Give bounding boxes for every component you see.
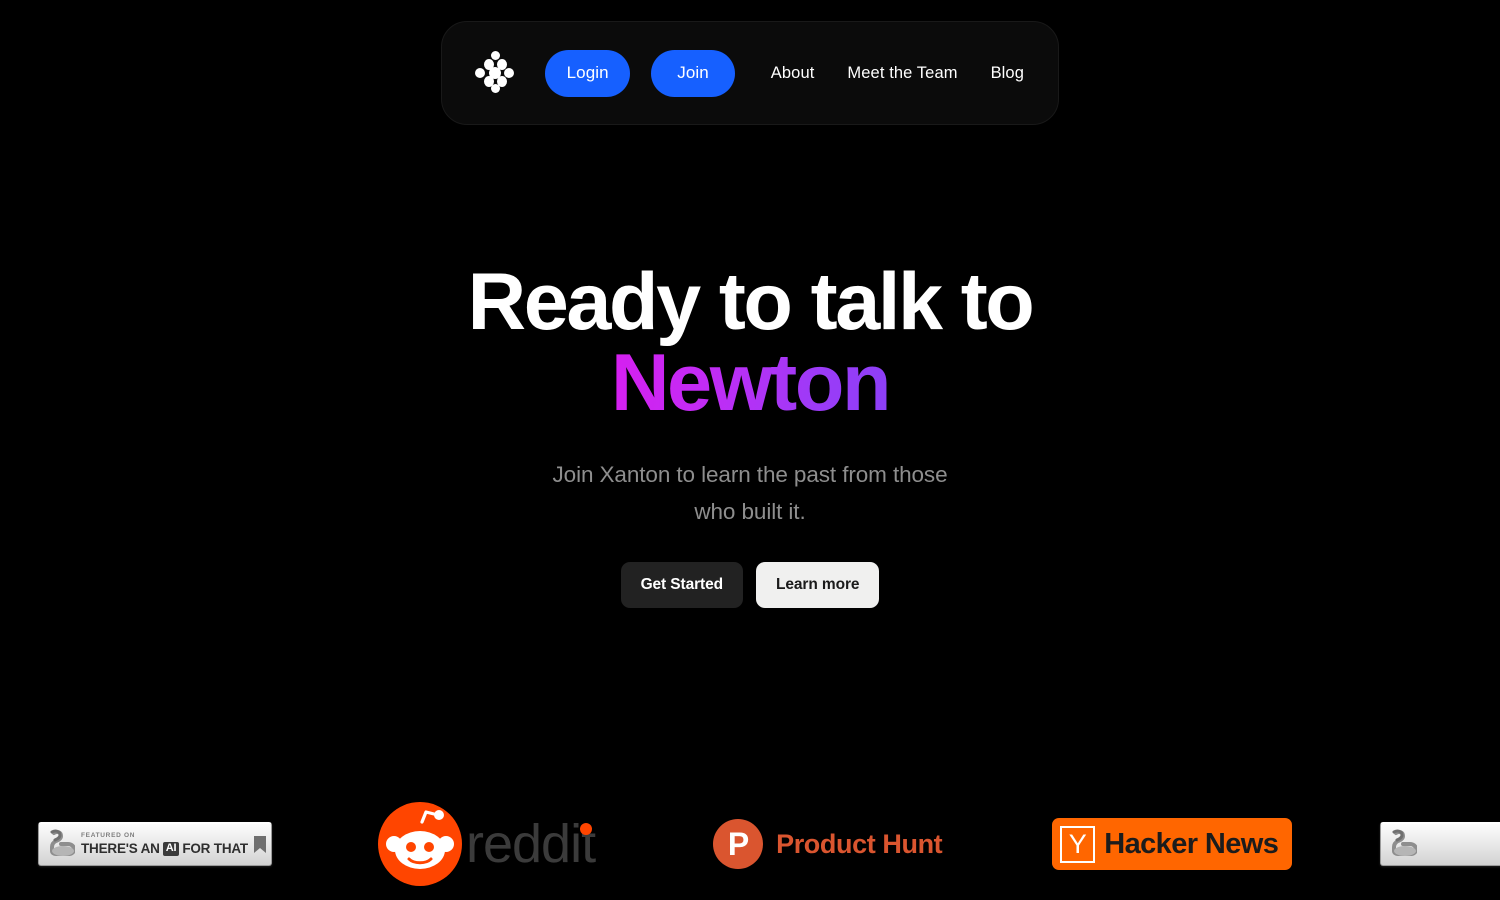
reddit-i-dot: [580, 823, 593, 835]
marquee-item-reddit[interactable]: reddit: [378, 788, 596, 900]
landing-page: Login Join About Meet the Team Blog Read…: [0, 0, 1500, 900]
taaft-name-suffix: FOR THAT: [182, 840, 248, 856]
taaft-badge-repeat[interactable]: [1380, 822, 1500, 866]
hero-title-line1: Ready to talk to: [467, 257, 1035, 348]
page-title: Ready to talk to Newton: [468, 262, 1035, 424]
flexed-arm-icon: [1387, 829, 1418, 861]
reddit-logo[interactable]: reddit: [378, 802, 596, 886]
reddit-wordmark: reddit: [466, 814, 596, 874]
hacker-news-logo[interactable]: Y Hacker News: [1052, 818, 1293, 870]
taaft-name: THERE'S AN AI FOR THAT: [81, 840, 248, 856]
hacker-news-y-icon: Y: [1060, 825, 1096, 863]
marquee-item-theres-an-ai-for-that[interactable]: FEATURED ON THERE'S AN AI FOR THAT: [38, 788, 272, 900]
taaft-badge[interactable]: FEATURED ON THERE'S AN AI FOR THAT: [38, 822, 272, 866]
taaft-name-prefix: THERE'S AN: [81, 840, 160, 856]
get-started-button[interactable]: Get Started: [620, 561, 744, 608]
taaft-featured-label: FEATURED ON: [81, 832, 136, 840]
hero-cta-group: Get Started Learn more: [620, 561, 880, 608]
marquee-item-theres-an-ai-for-that-repeat[interactable]: [1380, 788, 1500, 900]
product-hunt-icon-letter: P: [727, 826, 749, 862]
flexed-arm-icon: [45, 829, 75, 861]
bookmark-icon: [253, 836, 266, 853]
marquee-item-product-hunt[interactable]: P Product Hunt: [713, 788, 943, 900]
taaft-text: FEATURED ON THERE'S AN AI FOR THAT: [81, 832, 248, 856]
product-hunt-logo[interactable]: P Product Hunt: [713, 819, 943, 869]
reddit-snoo-icon: [378, 802, 462, 886]
hero-title-accent: Newton: [610, 338, 891, 429]
hero-subtitle: Join Xanton to learn the past from those…: [552, 462, 948, 524]
learn-more-button[interactable]: Learn more: [756, 561, 880, 608]
product-hunt-wordmark: Product Hunt: [776, 828, 943, 859]
hero-section: Ready to talk to Newton Join Xanton to l…: [0, 0, 1500, 900]
featured-logos-marquee: FEATURED ON THERE'S AN AI FOR THAT reddi…: [0, 788, 1500, 900]
taaft-ai-chip: AI: [162, 841, 180, 856]
marquee-item-hacker-news[interactable]: Y Hacker News: [1052, 788, 1293, 900]
reddit-wordmark-text: reddit: [466, 814, 596, 874]
product-hunt-icon: P: [713, 819, 764, 869]
hacker-news-wordmark: Hacker News: [1104, 827, 1279, 860]
marquee-track: FEATURED ON THERE'S AN AI FOR THAT reddi…: [0, 788, 1500, 900]
hacker-news-icon-letter: Y: [1068, 828, 1087, 859]
